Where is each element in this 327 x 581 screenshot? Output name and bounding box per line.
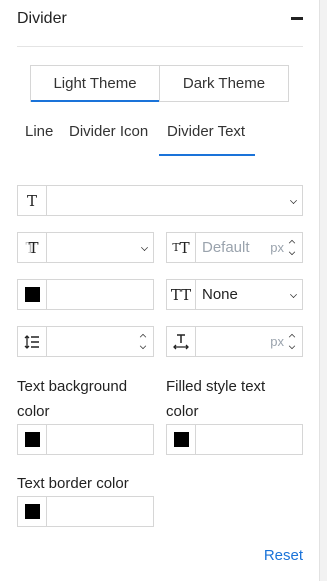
text-transform-select[interactable]: TT None: [166, 279, 303, 310]
font-size-stepper[interactable]: [288, 237, 298, 259]
light-theme-button[interactable]: Light Theme: [31, 66, 159, 102]
text-transform-value: None: [202, 286, 238, 303]
letter-spacing-stepper[interactable]: [288, 331, 298, 353]
color-swatch-button[interactable]: [18, 497, 47, 526]
font-weight-icon: TT: [18, 233, 47, 262]
filled-style-text-color-field[interactable]: [166, 424, 303, 455]
line-height-icon: [18, 327, 47, 356]
reset-link[interactable]: Reset: [264, 547, 303, 564]
text-border-color-label: Text border color: [17, 475, 129, 492]
letter-spacing-input[interactable]: px: [166, 326, 303, 357]
font-size-icon: TT: [167, 233, 196, 262]
line-height-input[interactable]: [17, 326, 154, 357]
tab-line[interactable]: Line: [25, 123, 53, 140]
scrollbar[interactable]: [319, 0, 327, 581]
font-size-input[interactable]: TT Default px: [166, 232, 303, 263]
font-weight-select[interactable]: TT: [17, 232, 154, 263]
color-swatch: [24, 432, 40, 447]
font-family-select[interactable]: T: [17, 185, 303, 216]
font-size-unit: px: [270, 240, 284, 255]
chevron-down-icon: [141, 244, 148, 251]
dark-theme-button[interactable]: Dark Theme: [159, 66, 288, 101]
color-swatch: [24, 504, 40, 519]
letter-spacing-unit: px: [270, 334, 284, 349]
theme-toggle: Light Theme Dark Theme: [30, 65, 289, 102]
font-size-placeholder: Default: [202, 239, 250, 256]
text-font-icon: T: [18, 186, 47, 215]
tab-bar: Line Divider Icon Divider Text: [17, 118, 307, 156]
tab-divider-text[interactable]: Divider Text: [158, 123, 256, 156]
text-color-field[interactable]: [17, 279, 154, 310]
text-border-color-field[interactable]: [17, 496, 154, 527]
color-swatch-button[interactable]: [18, 280, 47, 309]
letter-spacing-icon: [167, 327, 196, 356]
text-background-color-label: Text background color: [17, 378, 128, 420]
panel-header[interactable]: Divider: [17, 0, 303, 47]
color-swatch: [24, 287, 40, 302]
line-height-stepper[interactable]: [139, 331, 149, 353]
color-swatch-button[interactable]: [18, 425, 47, 454]
tab-divider-icon[interactable]: Divider Icon: [69, 123, 148, 140]
color-swatch-button[interactable]: [167, 425, 196, 454]
chevron-down-icon: [290, 197, 297, 204]
panel-title: Divider: [17, 10, 67, 27]
text-background-color-field[interactable]: [17, 424, 154, 455]
text-transform-icon: TT: [167, 280, 196, 309]
filled-style-text-color-label: Filled style text color: [166, 378, 266, 420]
minus-icon[interactable]: [291, 17, 303, 20]
color-swatch: [173, 432, 189, 447]
